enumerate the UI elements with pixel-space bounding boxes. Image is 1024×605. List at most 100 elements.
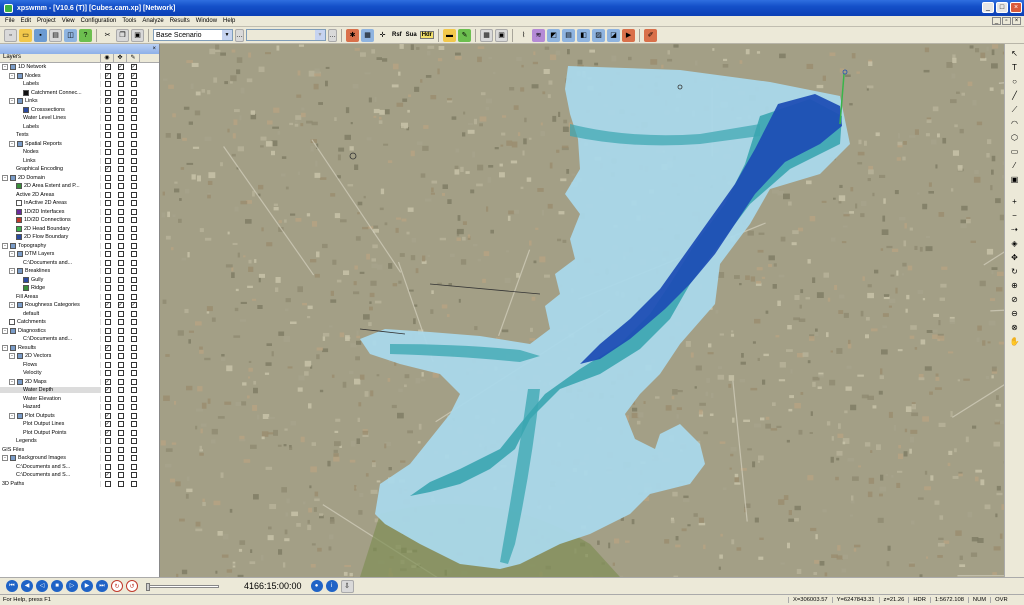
table-icon[interactable]: ▦ bbox=[480, 28, 494, 42]
selectable-checkbox[interactable]: ✓ bbox=[117, 72, 124, 79]
layer-row[interactable]: - Background Images bbox=[0, 454, 159, 463]
map-canvas[interactable] bbox=[160, 44, 1004, 577]
layer-row[interactable]: Water Elevation bbox=[0, 395, 159, 404]
circle-tool-icon[interactable]: ○ bbox=[1009, 76, 1021, 88]
layer-row[interactable]: C:\Documents and S... ✓ bbox=[0, 471, 159, 480]
selectable-checkbox[interactable] bbox=[117, 132, 124, 139]
settings-gear-icon[interactable]: ✱ bbox=[346, 28, 359, 42]
graph-icon[interactable]: ≋ bbox=[532, 28, 546, 42]
visibility-checkbox[interactable] bbox=[104, 123, 111, 130]
visibility-checkbox[interactable] bbox=[104, 115, 111, 122]
editable-checkbox[interactable] bbox=[130, 208, 137, 215]
selectable-checkbox[interactable] bbox=[117, 115, 124, 122]
print-icon[interactable]: ▤ bbox=[49, 28, 62, 42]
selectable-checkbox[interactable] bbox=[117, 395, 124, 402]
visibility-checkbox[interactable] bbox=[104, 259, 111, 266]
menu-window[interactable]: Window bbox=[193, 18, 220, 24]
selectable-checkbox[interactable] bbox=[117, 251, 124, 258]
editable-checkbox[interactable]: ✓ bbox=[130, 302, 137, 309]
editable-checkbox[interactable] bbox=[130, 132, 137, 139]
selectable-checkbox[interactable] bbox=[117, 242, 124, 249]
selectable-checkbox[interactable] bbox=[117, 268, 124, 275]
visibility-checkbox[interactable] bbox=[104, 234, 111, 241]
zoom-extent-icon[interactable]: ⊗ bbox=[1009, 322, 1021, 334]
editable-checkbox[interactable] bbox=[130, 166, 137, 173]
editable-checkbox[interactable] bbox=[130, 472, 137, 479]
editable-checkbox[interactable] bbox=[130, 310, 137, 317]
pointer-icon[interactable]: ↖ bbox=[1009, 48, 1021, 60]
layer-row[interactable]: - DTM Layers bbox=[0, 250, 159, 259]
visibility-checkbox[interactable] bbox=[104, 438, 111, 445]
window-icon[interactable]: ▣ bbox=[495, 28, 509, 42]
visibility-checkbox[interactable] bbox=[104, 310, 111, 317]
layer-row[interactable]: - 1D Network ✓ ✓ ✓ bbox=[0, 63, 159, 72]
visibility-checkbox[interactable] bbox=[104, 276, 111, 283]
selectable-checkbox[interactable] bbox=[117, 438, 124, 445]
brush-icon[interactable]: ✐ bbox=[644, 28, 658, 42]
selectable-checkbox[interactable] bbox=[117, 81, 124, 88]
report-icon[interactable]: ▤ bbox=[562, 28, 576, 42]
export-icon[interactable]: ⇩ bbox=[340, 579, 354, 593]
editable-checkbox[interactable] bbox=[130, 217, 137, 224]
editable-checkbox[interactable] bbox=[130, 268, 137, 275]
editable-checkbox[interactable] bbox=[130, 276, 137, 283]
editable-checkbox[interactable]: ✓ bbox=[130, 64, 137, 71]
editable-checkbox[interactable]: ✓ bbox=[130, 72, 137, 79]
selectable-checkbox[interactable] bbox=[117, 353, 124, 360]
editable-checkbox[interactable] bbox=[130, 242, 137, 249]
visibility-checkbox[interactable] bbox=[104, 268, 111, 275]
layer-row[interactable]: - Links ✓ ✓ ✓ bbox=[0, 97, 159, 106]
select-column-icon[interactable]: ✥ bbox=[114, 54, 127, 62]
layer-row[interactable]: GIS Files bbox=[0, 446, 159, 455]
rsf-button[interactable]: Rsf bbox=[391, 32, 403, 38]
visibility-checkbox[interactable] bbox=[104, 106, 111, 113]
layer-row[interactable]: - Diagnostics bbox=[0, 327, 159, 336]
print-preview-icon[interactable]: ◫ bbox=[64, 28, 77, 42]
minimize-button[interactable]: _ bbox=[982, 2, 994, 13]
layer-row[interactable]: - Roughness Categories ✓ ✓ ✓ bbox=[0, 301, 159, 310]
visibility-checkbox[interactable]: ✓ bbox=[104, 98, 111, 105]
selectable-checkbox[interactable] bbox=[117, 378, 124, 385]
editable-checkbox[interactable] bbox=[130, 387, 137, 394]
eye-icon[interactable]: ◉ bbox=[101, 54, 114, 62]
selectable-checkbox[interactable] bbox=[117, 463, 124, 470]
layer-row[interactable]: Hazard bbox=[0, 403, 159, 412]
selectable-checkbox[interactable] bbox=[117, 259, 124, 266]
visibility-checkbox[interactable]: ✓ bbox=[104, 412, 111, 419]
visibility-checkbox[interactable]: ✓ bbox=[104, 344, 111, 351]
editable-checkbox[interactable] bbox=[130, 429, 137, 436]
selectable-checkbox[interactable] bbox=[117, 387, 124, 394]
visibility-checkbox[interactable] bbox=[104, 336, 111, 343]
layer-row[interactable]: Graphical Encoding ✓ bbox=[0, 165, 159, 174]
edit-pencil-icon[interactable]: ✎ bbox=[458, 28, 472, 42]
visibility-checkbox[interactable] bbox=[104, 285, 111, 292]
editable-checkbox[interactable] bbox=[130, 421, 137, 428]
layer-row[interactable]: Crosssections bbox=[0, 106, 159, 115]
expand-toggle-icon[interactable]: - bbox=[2, 174, 8, 181]
select-tool-icon[interactable]: ▦ bbox=[361, 28, 374, 42]
mdi-restore-button[interactable]: ▫ bbox=[1002, 17, 1011, 25]
visibility-checkbox[interactable] bbox=[104, 149, 111, 156]
selectable-checkbox[interactable] bbox=[117, 404, 124, 411]
editable-checkbox[interactable] bbox=[130, 344, 137, 351]
editable-checkbox[interactable] bbox=[130, 463, 137, 470]
layer-row[interactable]: Legends bbox=[0, 437, 159, 446]
visibility-checkbox[interactable]: ✓ bbox=[104, 302, 111, 309]
editable-checkbox[interactable] bbox=[130, 259, 137, 266]
visibility-checkbox[interactable] bbox=[104, 208, 111, 215]
expand-toggle-icon[interactable]: - bbox=[9, 72, 15, 79]
editable-checkbox[interactable] bbox=[130, 251, 137, 258]
secondary-select[interactable]: ▼ bbox=[246, 29, 326, 41]
editable-checkbox[interactable] bbox=[130, 174, 137, 181]
selectable-checkbox[interactable] bbox=[117, 276, 124, 283]
selectable-checkbox[interactable] bbox=[117, 149, 124, 156]
visibility-checkbox[interactable]: ✓ bbox=[104, 421, 111, 428]
selectable-checkbox[interactable] bbox=[117, 455, 124, 462]
editable-checkbox[interactable] bbox=[130, 123, 137, 130]
zoom-plus-icon[interactable]: + bbox=[1009, 196, 1021, 208]
selectable-checkbox[interactable] bbox=[117, 446, 124, 453]
paste-icon[interactable]: ▣ bbox=[131, 28, 144, 42]
selectable-checkbox[interactable] bbox=[117, 472, 124, 479]
page-tool-icon[interactable]: ▭ bbox=[1009, 146, 1021, 158]
editable-checkbox[interactable]: ✓ bbox=[130, 98, 137, 105]
